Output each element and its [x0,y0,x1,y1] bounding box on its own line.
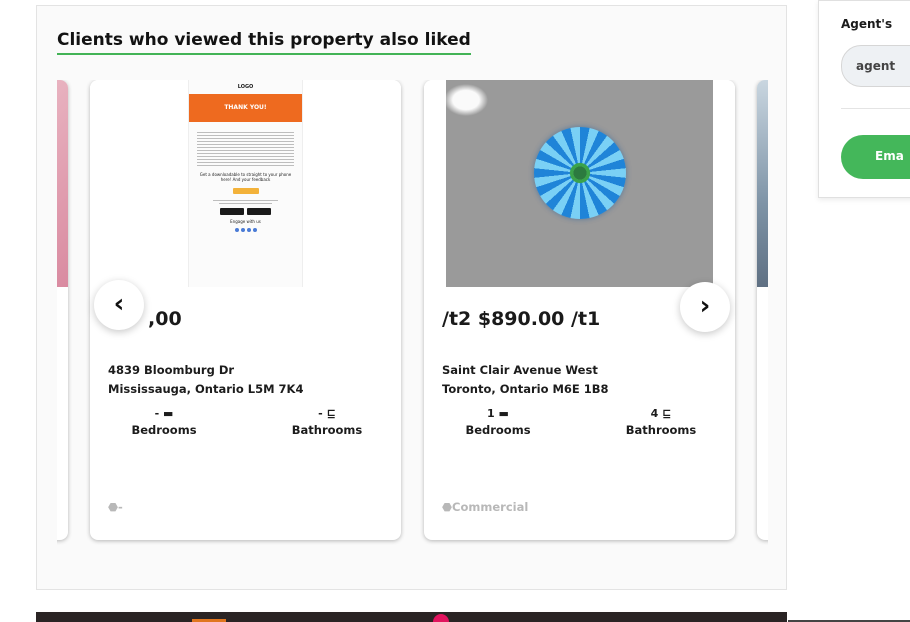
listing-carousel: LOGO THANK YOU! Get a downloadable to st… [57,80,768,550]
divider [841,108,910,109]
chevron-right-icon: › [699,291,711,321]
bedrooms-value: - [154,407,160,420]
app-store-badges [189,208,302,215]
listing-stats: 1 ▬ Bedrooms 4 ⊑ Bathrooms [438,406,721,438]
tag-icon: ⬣ [108,500,119,514]
mockup-footer: Engage with us [230,219,261,224]
mockup-button [232,188,259,194]
listing-price: ,00 [148,308,182,330]
email-button[interactable]: Ema [841,135,910,179]
address-line-2: Toronto, Ontario M6E 1B8 [442,382,609,396]
listing-tag: ⬣Commercial [442,500,528,514]
bedrooms-stat: - ▬ Bedrooms [104,406,224,438]
carousel-prev-button[interactable]: ‹ [94,280,144,330]
listing-photo [57,80,68,287]
mockup-banner: THANK YOU! [189,94,302,122]
address-line-1: 4839 Bloomburg Dr [108,363,235,377]
address-line-1: Saint Clair Avenue West [442,363,598,377]
listing-photo: LOGO THANK YOU! Get a downloadable to st… [90,80,401,287]
listing-tag: ⬣- [108,500,123,514]
email-mockup-image: LOGO THANK YOU! Get a downloadable to st… [188,80,303,287]
listing-card-partial-left[interactable] [57,80,68,540]
agent-label: Agent's [841,17,893,31]
listing-photo [757,80,768,287]
bathrooms-stat: - ⊑ Bathrooms [267,406,387,438]
listing-address: 4839 Bloomburg Dr Mississauga, Ontario L… [108,361,303,399]
agent-input[interactable]: agent [841,45,910,87]
bedrooms-value: 1 [487,407,495,420]
also-liked-panel: Clients who viewed this property also li… [36,5,787,590]
bathtub-icon: ⊑ [662,407,672,420]
blue-flower [534,127,626,219]
listing-price: /t2 $890.00 /t1 [442,308,601,330]
bed-icon: ▬ [498,407,509,420]
bathrooms-value: - [318,407,323,420]
bedrooms-label: Bedrooms [131,423,197,437]
mockup-logo: LOGO [237,84,254,90]
tag-icon: ⬣ [442,500,453,514]
bathtub-icon: ⊑ [326,407,336,420]
social-icons [189,228,302,232]
agent-contact-panel: Agent's agent Ema [818,0,910,198]
bathrooms-value: 4 [650,407,659,420]
mockup-heading: Get a downloadable to straight to your p… [199,172,292,182]
listing-card-partial-right[interactable] [757,80,768,540]
carousel-next-button[interactable]: › [680,282,730,332]
pebbles-flower-image [446,80,713,287]
chevron-left-icon: ‹ [113,289,125,319]
bedrooms-label: Bedrooms [465,423,531,437]
listing-address: Saint Clair Avenue West Toronto, Ontario… [442,361,609,399]
bed-icon: ▬ [163,407,174,420]
bathrooms-label: Bathrooms [625,423,697,437]
section-title: Clients who viewed this property also li… [57,30,471,55]
address-line-2: Mississauga, Ontario L5M 7K4 [108,382,304,396]
listing-stats: - ▬ Bedrooms - ⊑ Bathrooms [104,406,387,438]
tag-text: - [118,500,123,514]
bathrooms-label: Bathrooms [291,423,363,437]
listing-photo [424,80,735,287]
tag-text: Commercial [452,500,529,514]
bathrooms-stat: 4 ⊑ Bathrooms [601,406,721,438]
bedrooms-stat: 1 ▬ Bedrooms [438,406,558,438]
footer-strip [36,612,787,622]
